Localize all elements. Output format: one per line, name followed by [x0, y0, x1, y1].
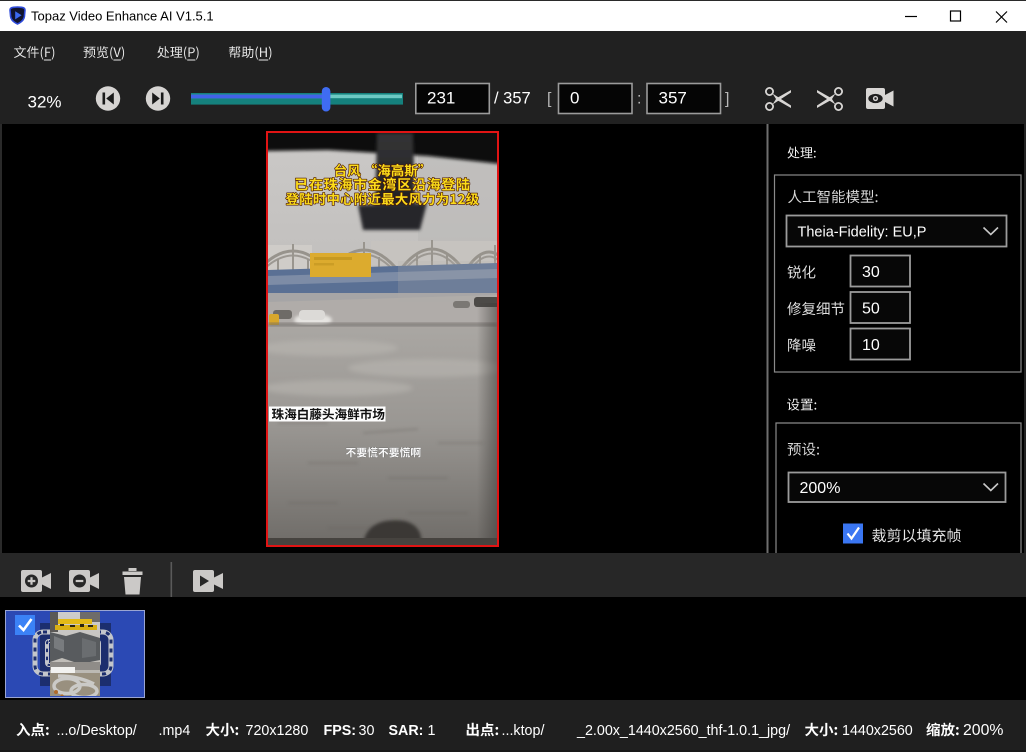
svg-text:231: 231 — [427, 89, 455, 108]
svg-text:50: 50 — [862, 301, 880, 318]
svg-text:10: 10 — [862, 337, 880, 354]
svg-text:30: 30 — [862, 264, 880, 281]
svg-text:.mp4: .mp4 — [159, 723, 191, 739]
svg-text:FPS:: FPS: — [324, 723, 357, 739]
svg-text:0: 0 — [570, 89, 579, 108]
svg-text:]: ] — [725, 91, 729, 108]
svg-text:1: 1 — [428, 723, 436, 739]
svg-text:720x1280: 720x1280 — [246, 723, 309, 739]
svg-text::: : — [637, 91, 641, 108]
svg-text:Theia-Fidelity: EU,P: Theia-Fidelity: EU,P — [798, 225, 927, 241]
svg-text:200%: 200% — [963, 722, 1003, 739]
svg-text:30: 30 — [359, 723, 375, 739]
svg-text:...o/Desktop/: ...o/Desktop/ — [57, 723, 137, 739]
svg-text:SAR:: SAR: — [389, 723, 424, 739]
svg-text:_2.00x_1440x2560_thf-1.0.1_jpg: _2.00x_1440x2560_thf-1.0.1_jpg/ — [576, 723, 790, 739]
svg-text:/ 357: / 357 — [494, 90, 531, 108]
svg-text:...ktop/: ...ktop/ — [502, 723, 545, 739]
svg-text:Topaz Video Enhance AI V1.5.1: Topaz Video Enhance AI V1.5.1 — [31, 9, 214, 24]
svg-text:1440x2560: 1440x2560 — [842, 723, 913, 739]
svg-text:357: 357 — [659, 89, 687, 108]
svg-text:[: [ — [547, 91, 552, 108]
svg-text:200%: 200% — [800, 480, 841, 497]
svg-text:32%: 32% — [28, 93, 62, 112]
